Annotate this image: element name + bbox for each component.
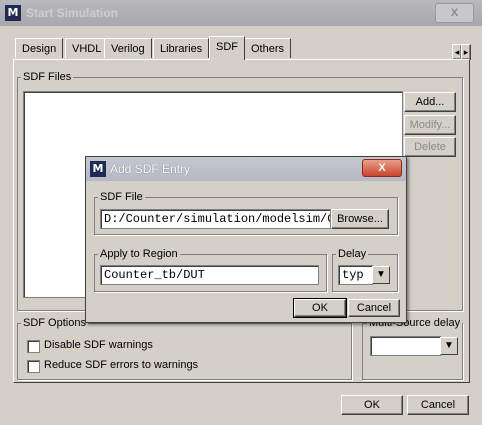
tab-scroll-right-button[interactable]: ▸ (461, 44, 471, 60)
tab-verilog[interactable]: Verilog (104, 38, 152, 58)
reduce-sdf-errors-label: Reduce SDF errors to warnings (44, 359, 199, 371)
dialog-cancel-button[interactable]: Cancel (348, 299, 400, 317)
tab-design[interactable]: Design (15, 38, 64, 58)
reduce-sdf-errors-checkbox[interactable] (27, 360, 40, 373)
multi-source-delay-select[interactable] (370, 336, 441, 356)
ok-button[interactable]: OK (341, 395, 403, 415)
dialog-title: Add SDF Entry (110, 162, 191, 176)
tab-vhdl[interactable]: VHDL (65, 38, 109, 58)
sdf-options-label: SDF Options (21, 317, 88, 329)
add-button[interactable]: Add... (404, 92, 456, 112)
sdf-file-input[interactable]: D:/Counter/simulation/modelsim/C (100, 209, 331, 229)
delete-button[interactable]: Delete (404, 137, 456, 157)
chevron-down-icon[interactable]: ▼ (372, 266, 390, 284)
dialog-ok-button[interactable]: OK (293, 298, 347, 318)
modify-button[interactable]: Modify... (404, 115, 456, 135)
sdf-file-label: SDF File (98, 191, 145, 203)
tab-sdf[interactable]: SDF (209, 36, 245, 60)
disable-sdf-warnings-label: Disable SDF warnings (44, 339, 153, 351)
tab-libraries[interactable]: Libraries (153, 38, 210, 58)
window-title: Start Simulation (26, 6, 119, 20)
cancel-button[interactable]: Cancel (407, 395, 469, 415)
modelsim-logo-icon: M (5, 5, 21, 21)
region-input[interactable]: Counter_tb/DUT (100, 265, 319, 285)
sdf-options-group (17, 323, 352, 380)
dialog-close-button[interactable]: X (362, 159, 402, 177)
delay-label: Delay (336, 248, 369, 260)
add-sdf-entry-dialog: M Add SDF Entry X SDF File D:/Counter/si… (85, 156, 407, 323)
chevron-down-icon[interactable]: ▼ (440, 337, 458, 355)
browse-button[interactable]: Browse... (331, 209, 389, 229)
modelsim-logo-icon: M (90, 161, 106, 177)
delay-select[interactable]: typ (338, 265, 373, 285)
apply-region-label: Apply to Region (98, 248, 180, 260)
sdf-files-label: SDF Files (21, 71, 74, 83)
window-close-button[interactable]: X (435, 3, 474, 23)
disable-sdf-warnings-checkbox[interactable] (27, 340, 40, 353)
tab-others[interactable]: Others (244, 38, 292, 58)
